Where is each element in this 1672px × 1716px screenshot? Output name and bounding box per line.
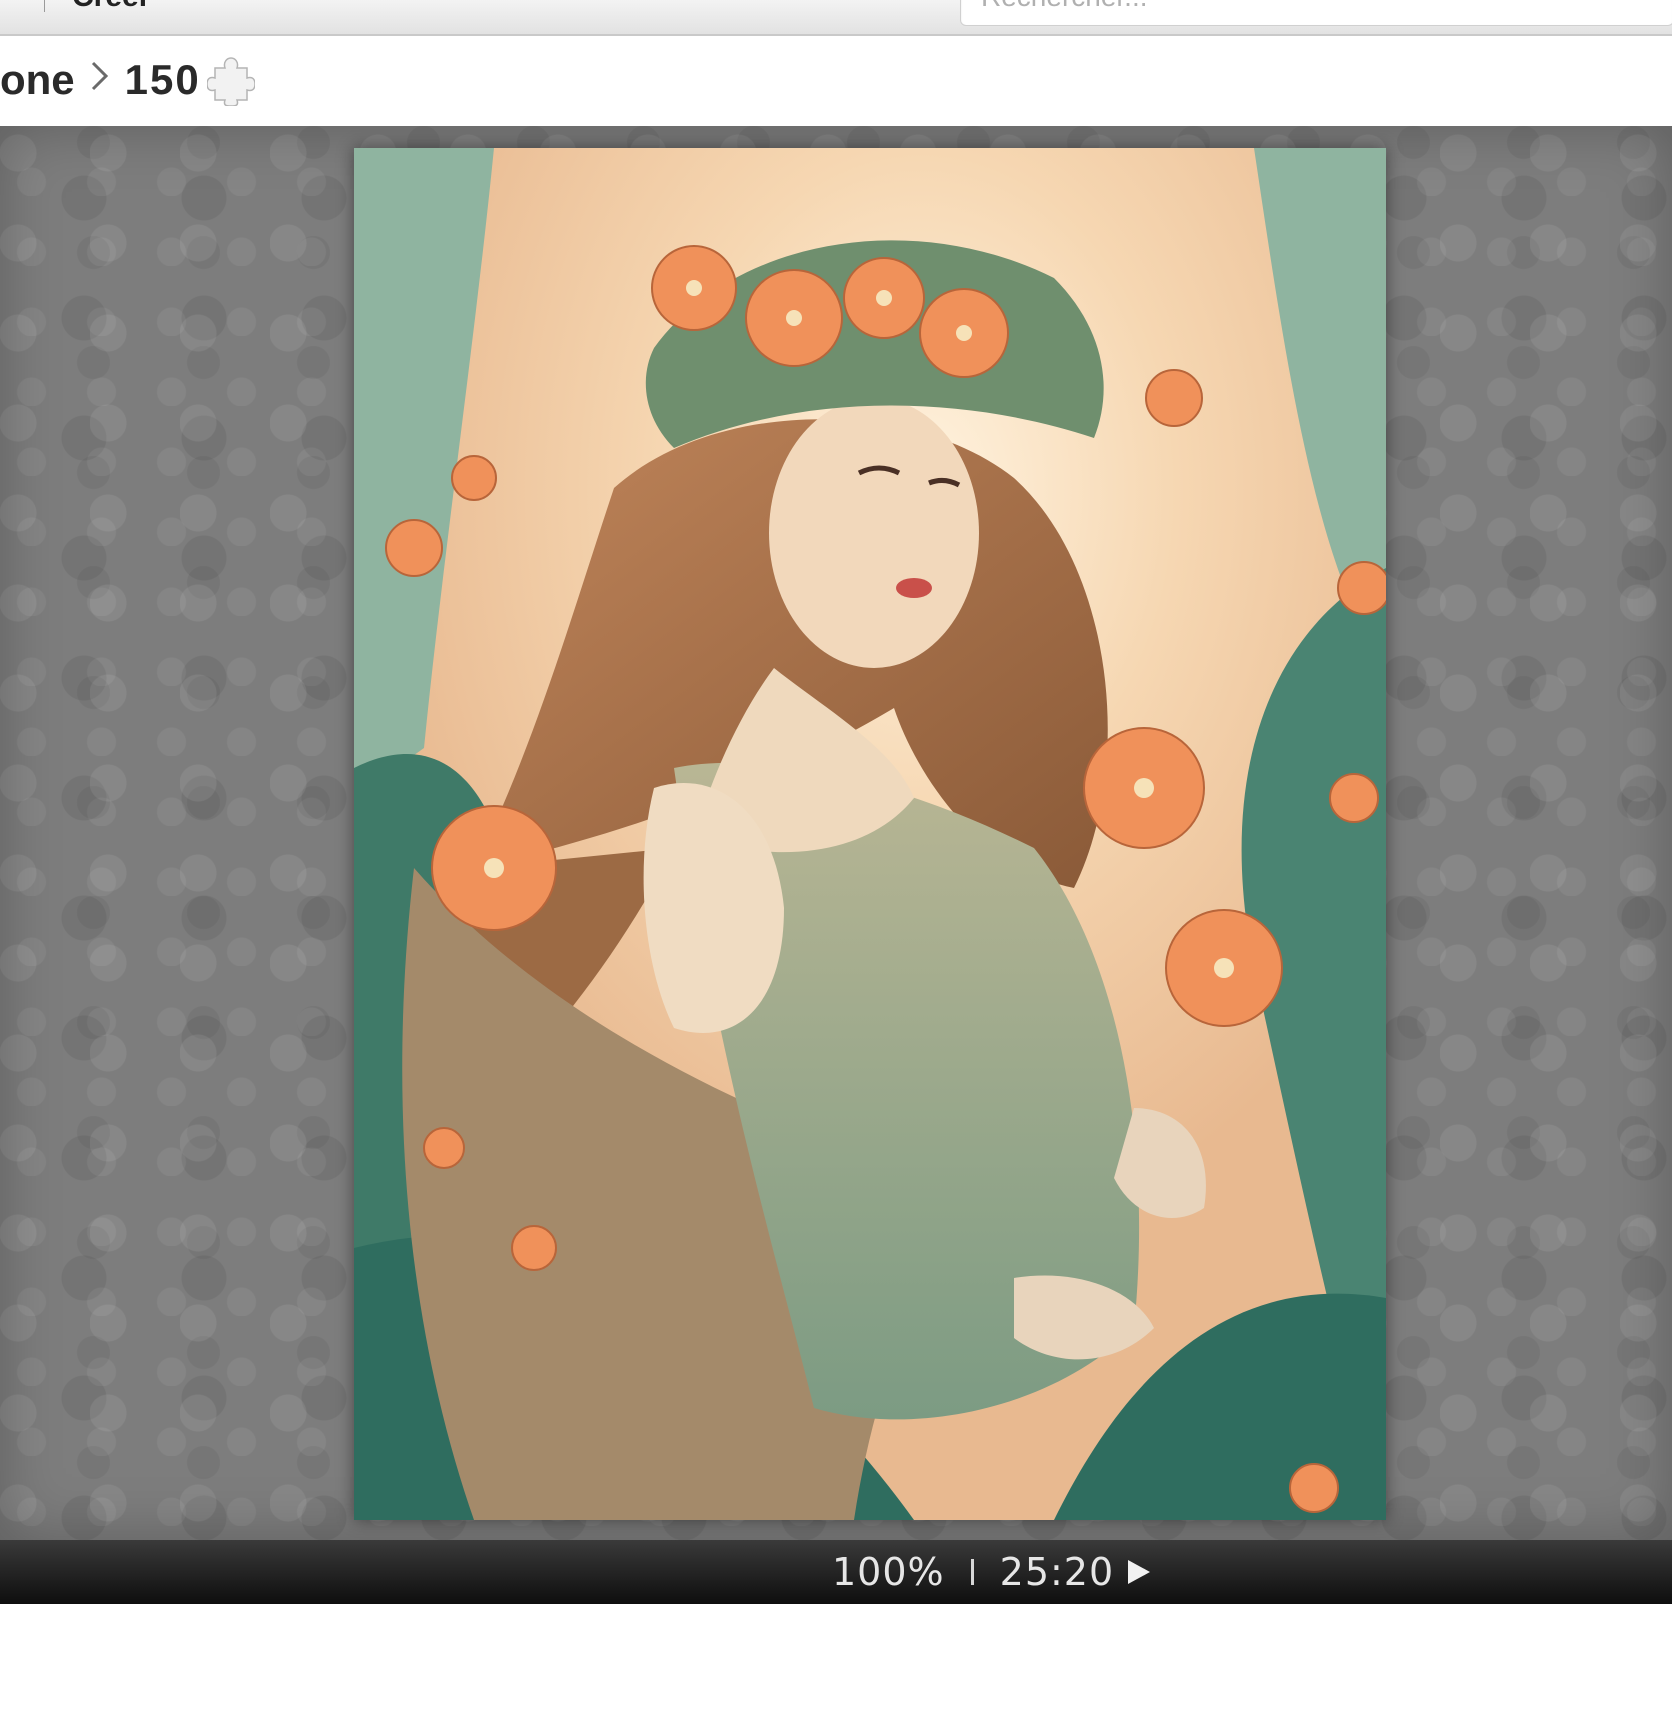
- breadcrumb: one 150: [0, 52, 256, 108]
- search-placeholder: Rechercher...: [981, 0, 1148, 13]
- elapsed-timer: 25:20: [999, 1550, 1115, 1594]
- breadcrumb-parent-link[interactable]: one: [0, 56, 75, 104]
- puzzle-board[interactable]: [0, 126, 1672, 1540]
- puzzle-page: Créer Rechercher... one 150: [0, 0, 1672, 1716]
- play-icon[interactable]: [1124, 1556, 1152, 1588]
- status-divider: [970, 1559, 974, 1585]
- zoom-level[interactable]: 100%: [832, 1550, 945, 1594]
- chevron-right-icon: [89, 59, 111, 102]
- top-navigation-bar: Créer Rechercher...: [0, 0, 1672, 36]
- puzzle-status-bar: 100% 25:20: [0, 1540, 1672, 1604]
- puzzle-piece-icon: [205, 54, 256, 107]
- puzzle-image[interactable]: [354, 148, 1386, 1520]
- create-menu-button[interactable]: Créer: [72, 0, 150, 14]
- search-input[interactable]: Rechercher...: [960, 0, 1672, 26]
- piece-count: 150: [124, 56, 201, 103]
- nav-divider: [44, 0, 45, 12]
